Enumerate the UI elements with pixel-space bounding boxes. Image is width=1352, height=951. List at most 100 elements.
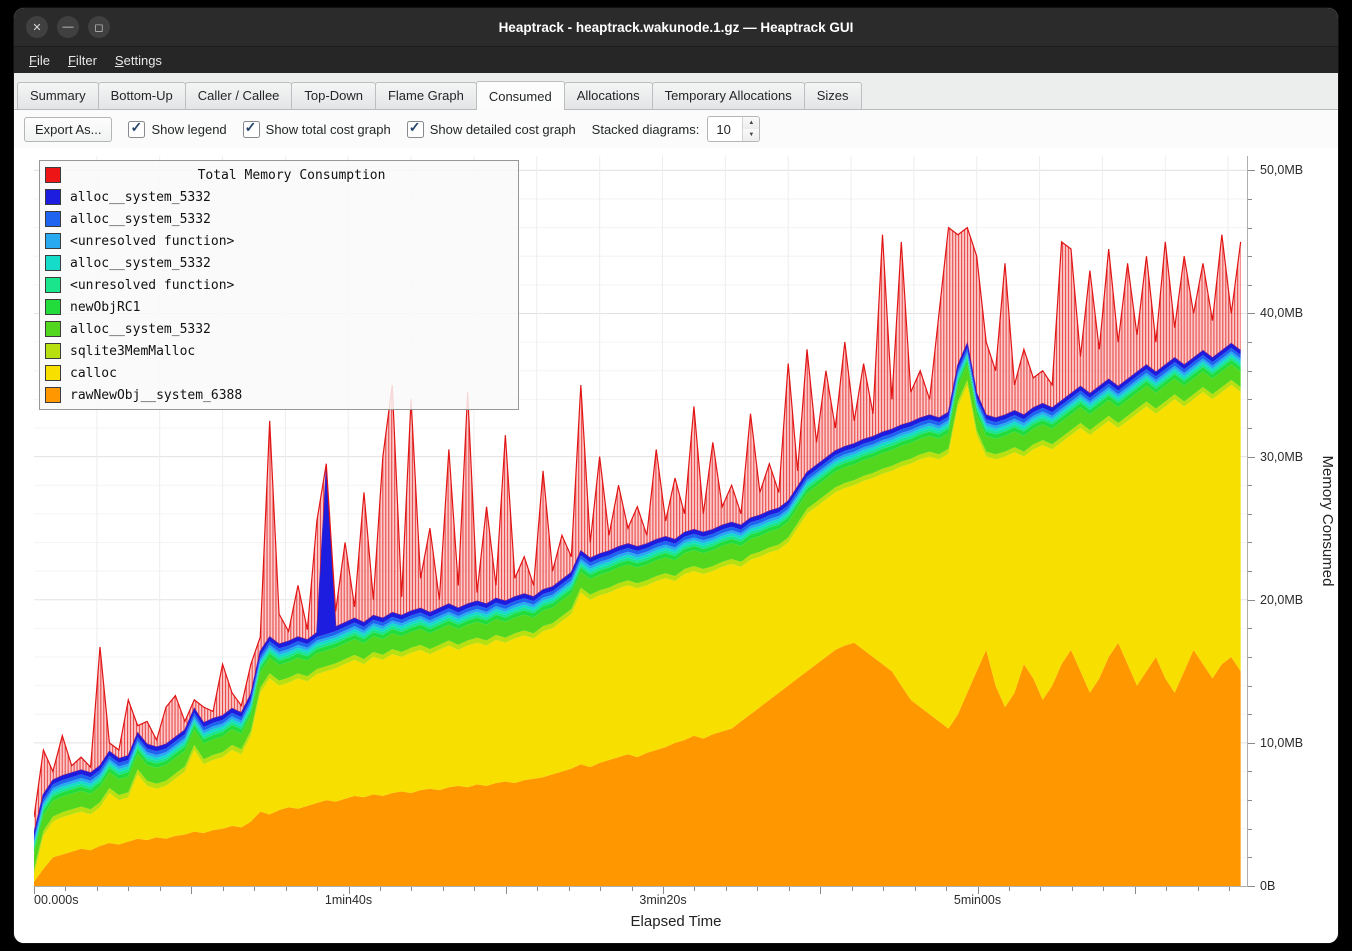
show-detailed-cost-checkbox[interactable]: Show detailed cost graph: [407, 121, 576, 138]
legend-swatch: [45, 277, 61, 293]
minimize-icon[interactable]: —: [57, 16, 79, 38]
legend-label: alloc__system_5332: [70, 256, 211, 271]
title-bar[interactable]: ✕ — ◻ Heaptrack - heaptrack.wakunode.1.g…: [14, 8, 1338, 46]
x-tick: [411, 887, 412, 891]
legend-entry: <unresolved function>: [45, 274, 513, 296]
window-title: Heaptrack - heaptrack.wakunode.1.gz — He…: [14, 20, 1338, 35]
x-tick: [286, 887, 287, 891]
chart-legend: Total Memory Consumption alloc__system_5…: [39, 160, 519, 410]
x-tick-label: 1min40s: [325, 893, 372, 907]
legend-swatch: [45, 233, 61, 249]
legend-entry: sqlite3MemMalloc: [45, 340, 513, 362]
x-tick: [1166, 887, 1167, 891]
legend-entry: rawNewObj__system_6388: [45, 384, 513, 406]
y-tick-label: 30,0MB: [1260, 450, 1303, 464]
x-tick: [97, 887, 98, 891]
export-as-button[interactable]: Export As...: [24, 117, 112, 142]
legend-label: alloc__system_5332: [70, 190, 211, 205]
y-tick: [1248, 399, 1252, 400]
show-total-cost-checkbox[interactable]: Show total cost graph: [243, 121, 391, 138]
x-tick: [946, 887, 947, 891]
y-tick: [1248, 886, 1255, 887]
legend-swatch: [45, 255, 61, 271]
x-tick: [1072, 887, 1073, 891]
legend-entry: newObjRC1: [45, 296, 513, 318]
legend-label: newObjRC1: [70, 300, 140, 315]
menu-file[interactable]: File: [20, 50, 59, 71]
tab-bottom-up[interactable]: Bottom-Up: [98, 82, 186, 109]
show-legend-checkbox[interactable]: Show legend: [128, 121, 226, 138]
x-tick: [820, 887, 821, 894]
menu-settings[interactable]: Settings: [106, 50, 171, 71]
y-tick: [1248, 686, 1252, 687]
y-tick: [1248, 571, 1252, 572]
x-tick: [883, 887, 884, 891]
legend-label: calloc: [70, 366, 117, 381]
checkbox-icon[interactable]: [407, 121, 424, 138]
x-tick-label: 3min20s: [639, 893, 686, 907]
tab-consumed[interactable]: Consumed: [476, 81, 565, 110]
x-tick: [537, 887, 538, 891]
consumed-chart: Total Memory Consumption alloc__system_5…: [14, 148, 1338, 943]
x-tick: [1040, 887, 1041, 891]
legend-entry: alloc__system_5332: [45, 208, 513, 230]
checkbox-label: Show total cost graph: [266, 122, 391, 137]
y-tick: [1248, 342, 1252, 343]
y-tick: [1248, 628, 1252, 629]
x-tick: [317, 887, 318, 891]
x-tick: [1135, 887, 1136, 894]
y-tick: [1248, 857, 1252, 858]
tab-allocations[interactable]: Allocations: [564, 82, 653, 109]
y-tick: [1248, 457, 1255, 458]
checkbox-icon[interactable]: [128, 121, 145, 138]
x-tick: [254, 887, 255, 891]
x-tick: [1229, 887, 1230, 891]
window-buttons: ✕ — ◻: [26, 16, 110, 38]
tab-flame-graph[interactable]: Flame Graph: [375, 82, 477, 109]
legend-entry: calloc: [45, 362, 513, 384]
stacked-diagrams-value[interactable]: 10: [708, 117, 742, 141]
legend-entry: <unresolved function>: [45, 230, 513, 252]
tab-top-down[interactable]: Top-Down: [291, 82, 376, 109]
menu-filter[interactable]: Filter: [59, 50, 106, 71]
maximize-icon[interactable]: ◻: [88, 16, 110, 38]
legend-swatch: [45, 365, 61, 381]
y-tick: [1248, 428, 1252, 429]
y-tick: [1248, 657, 1252, 658]
y-tick: [1248, 485, 1252, 486]
x-tick: [380, 887, 381, 891]
tab-summary[interactable]: Summary: [17, 82, 99, 109]
legend-label: sqlite3MemMalloc: [70, 344, 195, 359]
y-tick: [1248, 600, 1255, 601]
x-axis: 00.000s1min40s3min20s5min00s: [34, 886, 1248, 909]
legend-entry: alloc__system_5332: [45, 252, 513, 274]
legend-label: <unresolved function>: [70, 278, 234, 293]
tab-caller-callee[interactable]: Caller / Callee: [185, 82, 293, 109]
legend-swatch: [45, 343, 61, 359]
tab-sizes[interactable]: Sizes: [804, 82, 862, 109]
y-tick: [1248, 199, 1252, 200]
chart-toolbar: Export As... Show legend Show total cost…: [14, 110, 1338, 148]
memory-plot[interactable]: Total Memory Consumption alloc__system_5…: [34, 156, 1247, 886]
x-tick: [569, 887, 570, 891]
legend-swatch: [45, 299, 61, 315]
legend-swatch: [45, 189, 61, 205]
stacked-diagrams-stepper[interactable]: 10 ▲ ▼: [707, 116, 760, 142]
x-tick: [443, 887, 444, 891]
x-tick: [694, 887, 695, 891]
close-icon[interactable]: ✕: [26, 16, 48, 38]
arrow-up-icon[interactable]: ▲: [743, 117, 759, 129]
checkbox-icon[interactable]: [243, 121, 260, 138]
y-tick: [1248, 514, 1252, 515]
legend-entry: alloc__system_5332: [45, 186, 513, 208]
x-tick: [65, 887, 66, 891]
x-tick-label: 5min00s: [954, 893, 1001, 907]
arrow-down-icon[interactable]: ▼: [743, 129, 759, 141]
y-tick-label: 0B: [1260, 879, 1275, 893]
tab-temporary-allocations[interactable]: Temporary Allocations: [652, 82, 805, 109]
y-tick: [1248, 371, 1252, 372]
y-tick: [1248, 714, 1252, 715]
legend-title-row: Total Memory Consumption: [45, 164, 513, 186]
x-tick: [223, 887, 224, 891]
x-tick: [726, 887, 727, 891]
